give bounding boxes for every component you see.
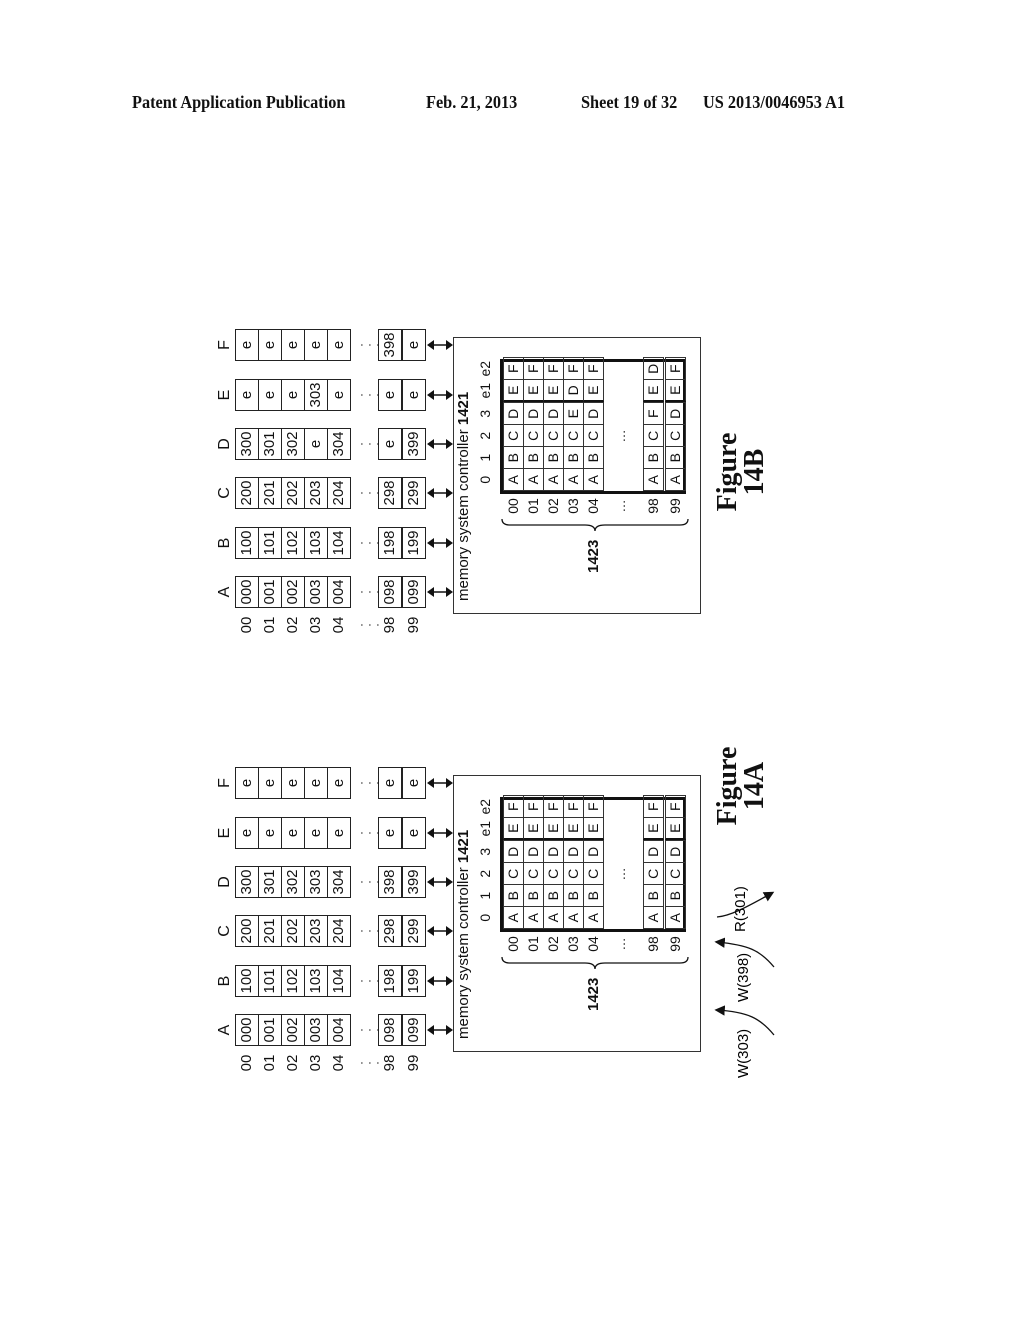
operations-overlay: W(303) W(398) R(301)	[714, 886, 775, 1078]
read-301-label: R(301)	[732, 886, 749, 932]
write-303-label: W(303)	[735, 1029, 752, 1078]
write-398-label: W(398)	[735, 953, 752, 1002]
